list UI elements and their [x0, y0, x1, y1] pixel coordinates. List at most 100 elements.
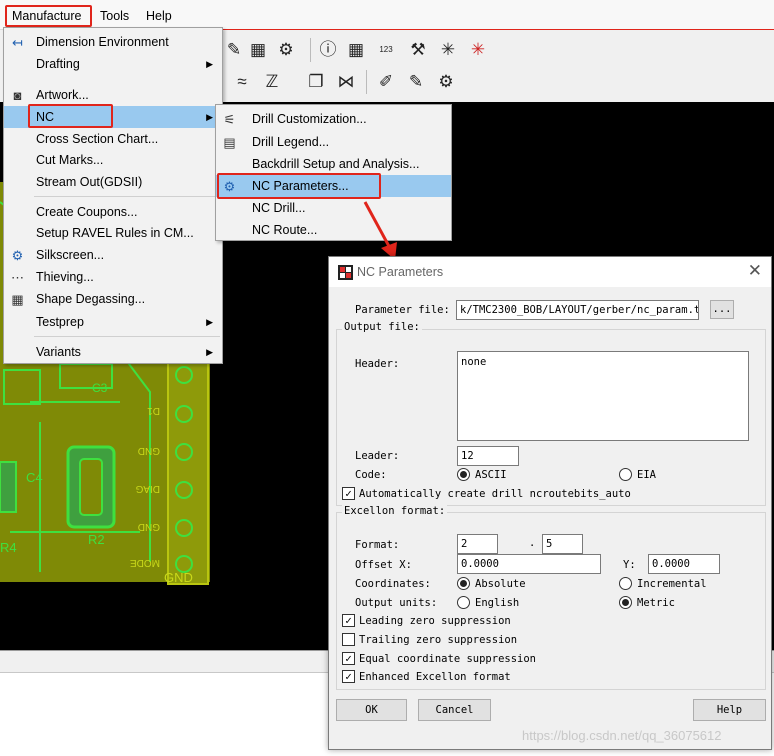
units-metric-radio[interactable] — [619, 596, 632, 609]
menu-item-backdrill-setup[interactable]: Backdrill Setup and Analysis... — [216, 153, 451, 175]
sparkle-icon[interactable]: ✳ — [436, 38, 460, 62]
menu-item-cut-marks[interactable]: Cut Marks... — [4, 149, 222, 171]
settings-doc-icon[interactable]: ⚙ — [274, 38, 298, 62]
menu-item-drill-legend[interactable]: ▤ Drill Legend... — [216, 131, 451, 153]
offset-y-input[interactable]: 0.0000 — [648, 554, 720, 574]
tool-settings-icon[interactable]: ⚙ — [434, 70, 458, 94]
browse-button[interactable]: ... — [710, 300, 734, 319]
menu-tools[interactable]: Tools — [96, 6, 133, 26]
output-file-group-label: Output file: — [342, 321, 422, 333]
grid-info-icon[interactable]: ▦ — [344, 38, 368, 62]
dimension-icon: ↤ — [12, 35, 23, 50]
menu-item-setup-ravel-rules[interactable]: Setup RAVEL Rules in CM... — [4, 222, 222, 244]
menu-separator — [34, 196, 220, 197]
code-eia-radio[interactable] — [619, 468, 632, 481]
copy-icon[interactable]: ❐ — [304, 70, 328, 94]
toolbar-separator — [366, 70, 367, 94]
menu-item-cross-section-chart[interactable]: Cross Section Chart... — [4, 128, 222, 150]
edit-icon[interactable]: ✎ — [222, 38, 246, 62]
help-button[interactable]: Help — [693, 699, 766, 721]
close-icon[interactable]: ✕ — [748, 261, 762, 281]
menu-item-shape-degassing[interactable]: ▦ Shape Degassing... — [4, 288, 222, 310]
units-metric-label: Metric — [637, 597, 675, 609]
offset-y-label: Y: — [623, 559, 636, 571]
menu-item-drill-customization[interactable]: ⚟ Drill Customization... — [216, 108, 451, 130]
submenu-arrow-icon: ▶ — [206, 317, 213, 327]
menu-item-nc[interactable]: NC ▶ — [4, 106, 222, 128]
manufacture-menu: ↤ Dimension Environment Drafting ▶ ◙ Artwor… — [3, 27, 223, 364]
cancel-button[interactable]: Cancel — [418, 699, 491, 721]
code-ascii-radio[interactable] — [457, 468, 470, 481]
info-icon[interactable]: ⓘ — [316, 38, 340, 62]
coordinates-absolute-radio[interactable] — [457, 577, 470, 590]
menu-item-silkscreen[interactable]: ⚙ Silkscreen... — [4, 244, 222, 266]
format-integer-input[interactable]: 2 — [457, 534, 498, 554]
leader-input[interactable]: 12 — [457, 446, 519, 466]
parameter-file-label: Parameter file: — [355, 304, 450, 316]
connector-header — [167, 351, 209, 585]
drill-legend-icon: ▤ — [223, 135, 236, 150]
menu-item-drafting[interactable]: Drafting ▶ — [4, 53, 222, 75]
label-gnd-3: GND — [164, 570, 193, 585]
tool-add-icon[interactable]: ✐ — [374, 70, 398, 94]
silkscreen-icon: ⚙ — [11, 248, 24, 263]
units-english-radio[interactable] — [457, 596, 470, 609]
check-wave-icon[interactable]: ≈ — [230, 70, 254, 94]
thieving-icon: ⋯ — [11, 270, 24, 285]
tool-edit-icon[interactable]: ✎ — [404, 70, 428, 94]
brush-icon[interactable]: ⚒ — [406, 38, 430, 62]
annotation-arrow — [363, 201, 397, 260]
menu-item-thieving[interactable]: ⋯ Thieving... — [4, 266, 222, 288]
parameter-file-input[interactable]: k/TMC2300_BOB/LAYOUT/gerber/nc_param.txt — [456, 300, 699, 320]
check-zig-icon[interactable]: ℤ — [260, 70, 284, 94]
artwork-icon: ◙ — [13, 88, 22, 103]
menu-help[interactable]: Help — [142, 6, 176, 26]
code-ascii-label: ASCII — [475, 469, 507, 481]
coordinates-incremental-radio[interactable] — [619, 577, 632, 590]
enhanced-excellon-checkbox[interactable]: ✓ — [342, 670, 355, 683]
menu-item-testprep[interactable]: Testprep ▶ — [4, 311, 222, 333]
submenu-arrow-icon: ▶ — [206, 59, 213, 69]
ruler-icon[interactable]: 123 — [374, 38, 398, 62]
grid-icon[interactable]: ▦ — [246, 38, 270, 62]
submenu-arrow-icon: ▶ — [206, 347, 213, 357]
units-english-label: English — [475, 597, 520, 609]
menu-item-variants[interactable]: Variants ▶ — [4, 341, 222, 363]
menu-item-nc-parameters[interactable]: ⚙ NC Parameters... — [216, 175, 451, 197]
label-mode: MODE — [130, 557, 160, 568]
trailing-zero-label: Trailing zero suppression — [359, 634, 518, 646]
drill-customization-icon: ⚟ — [223, 112, 236, 127]
label-gnd-2: GND — [138, 521, 160, 532]
menu-item-artwork[interactable]: ◙ Artwork... — [4, 84, 222, 106]
equal-coordinate-label: Equal coordinate suppression — [359, 653, 537, 665]
bowtie-icon[interactable]: ⋈ — [334, 70, 358, 94]
trailing-zero-checkbox[interactable] — [342, 633, 355, 646]
code-eia-label: EIA — [637, 469, 656, 481]
degassing-icon: ▦ — [11, 292, 24, 307]
submenu-arrow-icon: ▶ — [206, 112, 213, 122]
leading-zero-checkbox[interactable]: ✓ — [342, 614, 355, 627]
format-dot: . — [529, 537, 536, 549]
sparkle-off-icon[interactable]: ✳ — [466, 38, 490, 62]
coordinates-label: Coordinates: — [355, 578, 431, 590]
menu-manufacture[interactable]: Manufacture — [8, 6, 85, 26]
offset-x-label: Offset X: — [355, 559, 412, 571]
enhanced-excellon-label: Enhanced Excellon format — [359, 671, 511, 683]
menu-item-stream-out[interactable]: Stream Out(GDSII) — [4, 171, 222, 193]
ok-button[interactable]: OK — [336, 699, 407, 721]
menu-item-create-coupons[interactable]: Create Coupons... — [4, 201, 222, 223]
label-r2: R2 — [88, 532, 105, 547]
menu-item-nc-route[interactable]: NC Route... — [216, 219, 451, 241]
header-label: Header: — [355, 358, 400, 370]
format-decimal-input[interactable]: 5 — [542, 534, 583, 554]
menu-item-nc-drill[interactable]: NC Drill... — [216, 197, 451, 219]
auto-create-checkbox[interactable]: ✓ — [342, 487, 355, 500]
label-diag: DIAG — [135, 483, 160, 494]
equal-coordinate-checkbox[interactable]: ✓ — [342, 652, 355, 665]
menu-item-dimension-environment[interactable]: ↤ Dimension Environment — [4, 31, 222, 53]
toolbar-separator — [310, 38, 311, 62]
offset-x-input[interactable]: 0.0000 — [457, 554, 601, 574]
header-textarea[interactable]: none — [457, 351, 749, 441]
app-logo-icon — [338, 265, 353, 280]
nc-submenu: ⚟ Drill Customization... ▤ Drill Legend...… — [215, 104, 452, 241]
